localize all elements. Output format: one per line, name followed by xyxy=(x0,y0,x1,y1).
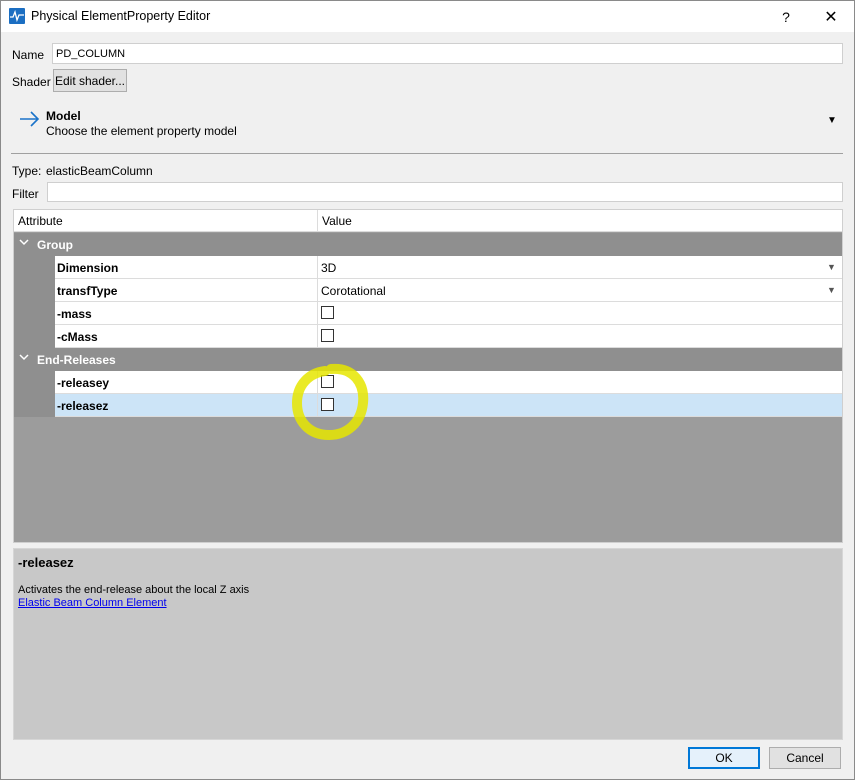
group-label: End-Releases xyxy=(37,353,116,367)
description-text: Activates the end-release about the loca… xyxy=(18,584,250,596)
description-panel: -releasez Activates the end-release abou… xyxy=(13,548,843,740)
name-label: Name xyxy=(12,48,45,62)
dimension-value[interactable]: 3D xyxy=(321,261,336,275)
row-indent xyxy=(14,256,55,279)
column-header-attribute[interactable]: Attribute xyxy=(18,214,63,228)
group-row-end-releases[interactable]: End-Releases xyxy=(14,348,842,371)
dialog-window: Physical ElementProperty Editor ? ✕ Name… xyxy=(0,0,855,780)
attribute-grid: Attribute Value Group Dimension 3D ▼ tra… xyxy=(13,209,843,543)
transftype-value[interactable]: Corotational xyxy=(321,284,386,298)
group-label: Group xyxy=(37,238,73,252)
releasey-checkbox[interactable] xyxy=(321,375,334,388)
attribute-label: -mass xyxy=(57,307,92,321)
documentation-link[interactable]: Elastic Beam Column Element xyxy=(18,597,167,609)
chevron-down-icon[interactable]: ▼ xyxy=(827,115,837,126)
edit-shader-button[interactable]: Edit shader... xyxy=(53,69,127,92)
cmass-checkbox[interactable] xyxy=(321,329,334,342)
model-title: Model xyxy=(46,109,81,123)
group-row-group[interactable]: Group xyxy=(14,233,842,256)
row-indent xyxy=(14,279,55,302)
row-indent xyxy=(14,394,55,417)
arrow-right-icon xyxy=(20,111,40,127)
app-icon xyxy=(9,8,25,24)
cell-divider xyxy=(317,279,318,302)
table-row[interactable]: -mass xyxy=(14,302,842,325)
cell-divider xyxy=(317,394,318,417)
name-input[interactable] xyxy=(52,43,843,64)
attribute-label: -releasez xyxy=(57,399,109,413)
filter-label: Filter xyxy=(12,187,39,201)
chevron-down-icon[interactable] xyxy=(19,237,29,250)
cell-divider xyxy=(317,302,318,325)
type-label: Type: xyxy=(12,164,42,178)
cell-divider xyxy=(317,325,318,348)
filter-input[interactable] xyxy=(47,182,843,202)
chevron-down-icon[interactable]: ▼ xyxy=(827,262,836,272)
chevron-down-icon[interactable]: ▼ xyxy=(827,285,836,295)
row-indent xyxy=(14,371,55,394)
table-row[interactable]: Dimension 3D ▼ xyxy=(14,256,842,279)
column-divider[interactable] xyxy=(317,210,318,232)
cell-divider xyxy=(317,371,318,394)
ok-button[interactable]: OK xyxy=(688,747,760,769)
column-header-value[interactable]: Value xyxy=(322,214,352,228)
attribute-label: transfType xyxy=(57,284,118,298)
row-indent xyxy=(14,325,55,348)
help-button[interactable]: ? xyxy=(771,1,801,32)
model-selector[interactable]: Model Choose the element property model … xyxy=(11,101,843,154)
releasez-checkbox[interactable] xyxy=(321,398,334,411)
cell-divider xyxy=(317,256,318,279)
cancel-button[interactable]: Cancel xyxy=(769,747,841,769)
title-bar: Physical ElementProperty Editor ? ✕ xyxy=(1,1,854,32)
table-row[interactable]: -cMass xyxy=(14,325,842,348)
table-row[interactable]: -releasey xyxy=(14,371,842,394)
attribute-label: -cMass xyxy=(57,330,98,344)
attribute-label: Dimension xyxy=(57,261,119,275)
grid-header: Attribute Value xyxy=(14,210,842,232)
type-value: elasticBeamColumn xyxy=(46,164,153,178)
table-row-selected[interactable]: -releasez xyxy=(14,394,842,417)
shader-label: Shader xyxy=(12,75,51,89)
close-button[interactable]: ✕ xyxy=(815,1,847,32)
window-title: Physical ElementProperty Editor xyxy=(31,9,211,23)
mass-checkbox[interactable] xyxy=(321,306,334,319)
attribute-label: -releasey xyxy=(57,376,110,390)
model-subtitle: Choose the element property model xyxy=(46,124,237,138)
row-indent xyxy=(14,302,55,325)
chevron-down-icon[interactable] xyxy=(19,352,29,365)
table-row[interactable]: transfType Corotational ▼ xyxy=(14,279,842,302)
description-title: -releasez xyxy=(18,555,74,570)
